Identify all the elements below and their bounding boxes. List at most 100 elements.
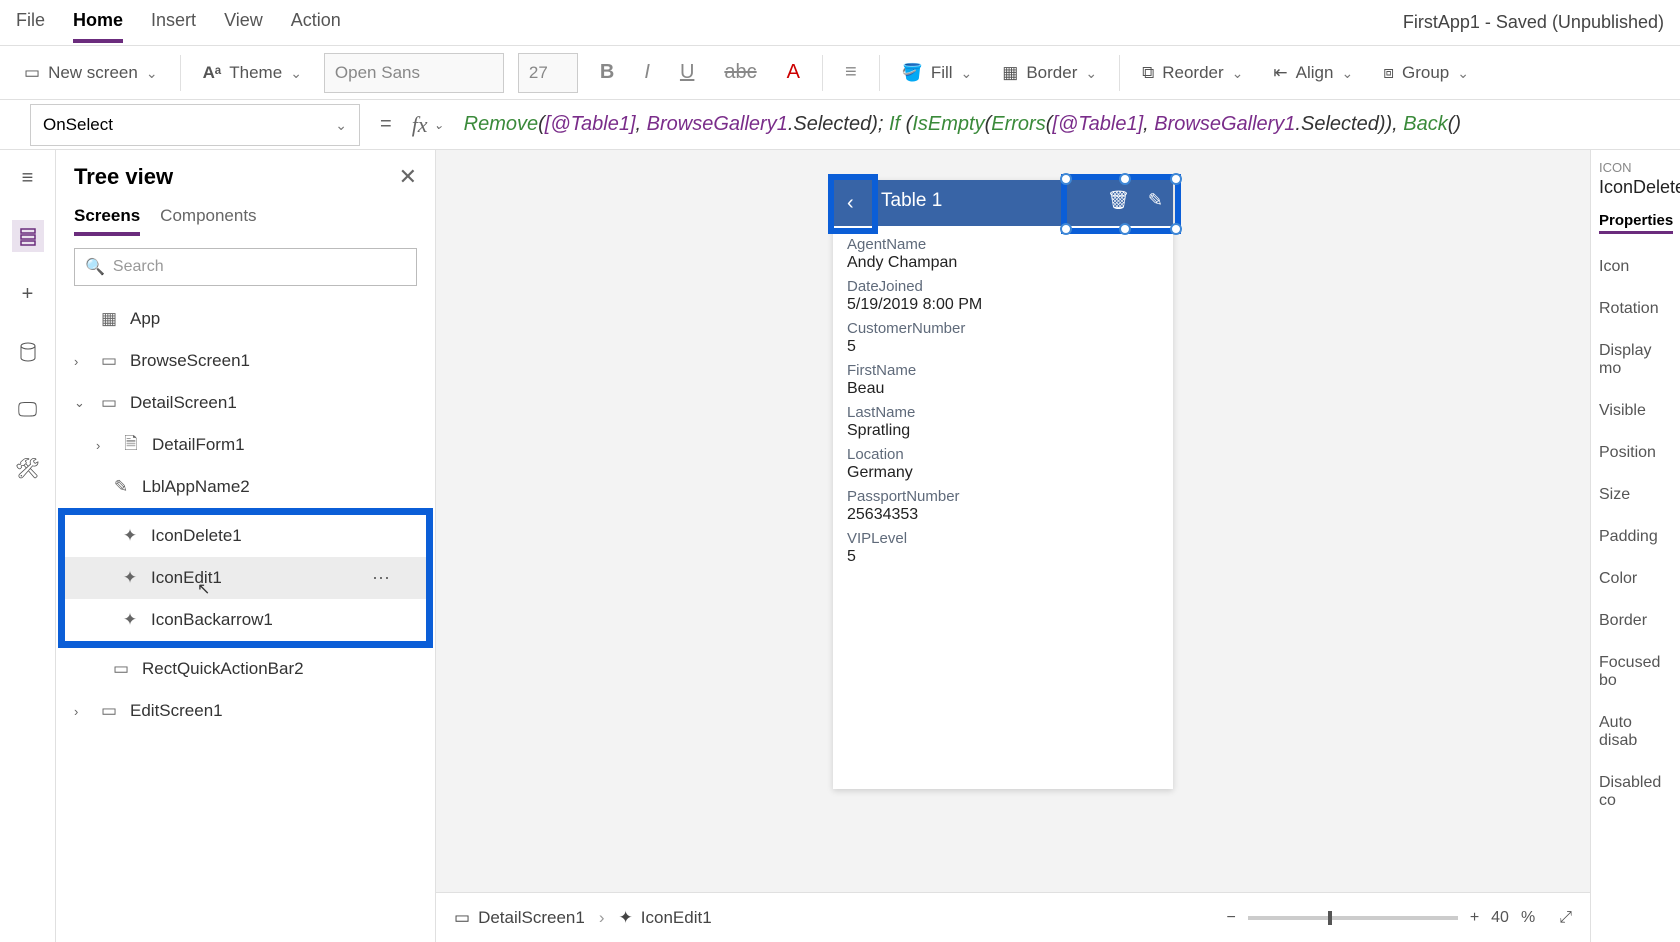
- zoom-out-button[interactable]: −: [1226, 909, 1235, 927]
- tree-item-lblappname[interactable]: ✎ LblAppName2: [56, 466, 435, 508]
- tab-action[interactable]: Action: [291, 2, 341, 43]
- breadcrumb-control: IconEdit1: [641, 908, 712, 928]
- property-row[interactable]: Focused bo: [1599, 654, 1672, 690]
- fx-button[interactable]: fx ⌄: [402, 112, 454, 138]
- property-name: OnSelect: [43, 115, 113, 135]
- screen-icon: ▭: [98, 350, 120, 372]
- property-row[interactable]: Size: [1599, 486, 1672, 504]
- close-icon[interactable]: ✕: [399, 164, 417, 190]
- field-label: LastName: [847, 404, 1159, 421]
- tree-search-input[interactable]: 🔍 Search: [74, 248, 417, 286]
- property-row[interactable]: Rotation: [1599, 300, 1672, 318]
- tree-item-iconbackarrow[interactable]: ✦ IconBackarrow1: [65, 599, 426, 641]
- control-name: IconDelete: [1599, 177, 1672, 198]
- tree-item-label: IconDelete1: [151, 526, 242, 546]
- property-row[interactable]: Color: [1599, 570, 1672, 588]
- property-row[interactable]: Visible: [1599, 402, 1672, 420]
- property-row[interactable]: Display mo: [1599, 342, 1672, 378]
- chevron-down-icon: [290, 63, 302, 83]
- label-icon: ✎: [110, 476, 132, 498]
- theme-icon: Aᵃ: [203, 63, 222, 83]
- group-button[interactable]: ⧈ Group: [1375, 59, 1477, 87]
- detail-field: AgentName Andy Champan: [847, 236, 1159, 272]
- zoom-slider[interactable]: [1248, 916, 1458, 920]
- tree-item-icondelete[interactable]: ✦ IconDelete1: [65, 515, 426, 557]
- app-preview[interactable]: ‹ Table 1 🗑 ✎ AgentName Andy Champan Dat…: [833, 180, 1173, 789]
- preview-body: AgentName Andy Champan DateJoined 5/19/2…: [833, 226, 1173, 582]
- property-row[interactable]: Auto disab: [1599, 714, 1672, 750]
- canvas[interactable]: ‹ Table 1 🗑 ✎ AgentName Andy Champan Dat…: [436, 150, 1590, 942]
- font-color-button[interactable]: A: [779, 57, 808, 88]
- chevron-down-icon: [1341, 63, 1353, 83]
- more-icon[interactable]: ⋯: [372, 568, 390, 589]
- tree-view-button[interactable]: [12, 220, 44, 252]
- formula-input[interactable]: Remove([@Table1], BrowseGallery1.Selecte…: [454, 113, 1680, 137]
- tab-file[interactable]: File: [16, 2, 45, 43]
- tab-screens[interactable]: Screens: [74, 200, 140, 236]
- insert-button[interactable]: +: [12, 278, 44, 310]
- tree-item-app[interactable]: ▦ App: [56, 298, 435, 340]
- group-icon: ⧈: [1383, 63, 1394, 83]
- top-tabs: File Home Insert View Action FirstApp1 -…: [0, 0, 1680, 46]
- tree-item-editscreen[interactable]: › ▭ EditScreen1: [56, 690, 435, 732]
- properties-panel: ICON IconDelete Properties IconRotationD…: [1590, 150, 1680, 942]
- property-row[interactable]: Padding: [1599, 528, 1672, 546]
- border-label: Border: [1026, 63, 1077, 83]
- property-select[interactable]: OnSelect: [30, 104, 360, 146]
- detail-field: LastName Spratling: [847, 404, 1159, 440]
- properties-tab[interactable]: Properties: [1599, 212, 1673, 234]
- tree-item-label: EditScreen1: [130, 701, 223, 721]
- tree-item-iconedit[interactable]: ✦ IconEdit1 ⋯ ↖: [65, 557, 426, 599]
- strike-button[interactable]: abc: [716, 57, 764, 88]
- tree-item-label: IconEdit1: [151, 568, 222, 588]
- rect-icon: ▭: [110, 658, 132, 680]
- chevron-down-icon: [1457, 63, 1469, 83]
- italic-button[interactable]: I: [636, 57, 658, 88]
- screen-icon: ▭: [98, 700, 120, 722]
- detail-field: DateJoined 5/19/2019 8:00 PM: [847, 278, 1159, 314]
- icon-control-icon: ✦: [619, 908, 633, 928]
- tree-item-detailform[interactable]: › 🗎 DetailForm1: [56, 424, 435, 466]
- property-row[interactable]: Position: [1599, 444, 1672, 462]
- tree-item-rectquickaction[interactable]: ▭ RectQuickActionBar2: [56, 648, 435, 690]
- detail-field: VIPLevel 5: [847, 530, 1159, 566]
- tab-home[interactable]: Home: [73, 2, 123, 43]
- tab-components[interactable]: Components: [160, 200, 256, 236]
- field-value: Germany: [847, 464, 1159, 482]
- tree-item-detailscreen[interactable]: ⌄ ▭ DetailScreen1: [56, 382, 435, 424]
- zoom-in-button[interactable]: +: [1470, 909, 1479, 927]
- font-size-input[interactable]: [518, 53, 578, 93]
- align-text-button[interactable]: ≡: [837, 57, 865, 88]
- fill-label: Fill: [931, 63, 953, 83]
- fill-button[interactable]: 🪣 Fill: [894, 59, 981, 87]
- tab-insert[interactable]: Insert: [151, 2, 196, 43]
- icon-control-icon: ✦: [119, 567, 141, 589]
- underline-button[interactable]: U: [672, 57, 702, 88]
- align-button[interactable]: ⇤ Align: [1265, 59, 1361, 87]
- tab-view[interactable]: View: [224, 2, 263, 43]
- property-row[interactable]: Border: [1599, 612, 1672, 630]
- breadcrumb[interactable]: ▭ DetailScreen1 › ✦ IconEdit1: [454, 908, 712, 928]
- align-label: Align: [1296, 63, 1334, 83]
- fullscreen-icon[interactable]: ⤢: [1559, 909, 1572, 927]
- reorder-label: Reorder: [1162, 63, 1223, 83]
- bucket-icon: 🪣: [902, 63, 923, 83]
- search-placeholder: Search: [113, 258, 164, 276]
- data-button[interactable]: [12, 336, 44, 368]
- preview-title: Table 1: [881, 190, 942, 212]
- font-name-input[interactable]: [324, 53, 504, 93]
- tree-item-browsescreen[interactable]: › ▭ BrowseScreen1: [56, 340, 435, 382]
- border-button[interactable]: ▦ Border: [994, 59, 1105, 87]
- property-row[interactable]: Disabled co: [1599, 774, 1672, 810]
- theme-button[interactable]: Aᵃ Theme: [195, 59, 310, 87]
- form-icon: 🗎: [120, 434, 142, 456]
- canvas-footer: ▭ DetailScreen1 › ✦ IconEdit1 − + 40 % ⤢: [436, 892, 1590, 942]
- media-button[interactable]: 🖵: [12, 394, 44, 426]
- reorder-button[interactable]: ⧉ Reorder: [1134, 59, 1251, 87]
- hamburger-button[interactable]: ≡: [12, 162, 44, 194]
- advanced-button[interactable]: 🛠: [12, 452, 44, 484]
- property-row[interactable]: Icon: [1599, 258, 1672, 276]
- bold-button[interactable]: B: [592, 57, 622, 88]
- new-screen-button[interactable]: ▭ New screen: [16, 59, 166, 87]
- detail-field: PassportNumber 25634353: [847, 488, 1159, 524]
